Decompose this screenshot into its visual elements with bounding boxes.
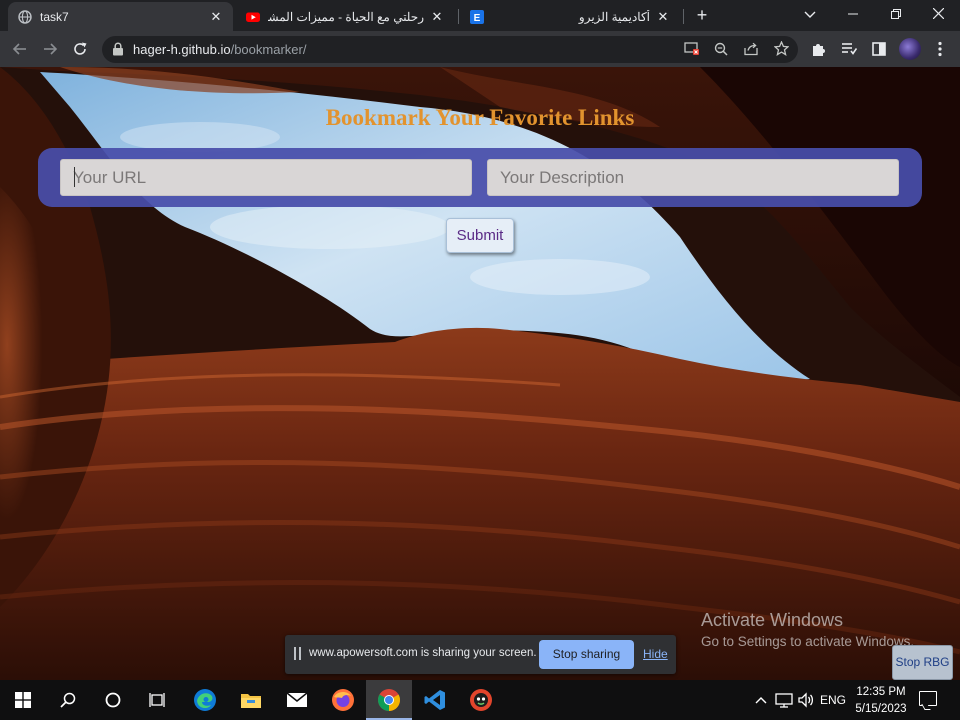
browser-tab-strip: task7 ✕ رحلتي مع الحياة - مميزات المشاكل…	[0, 0, 960, 31]
tab-title: رحلتي مع الحياة - مميزات المشاكل	[268, 9, 424, 24]
address-bar[interactable]: hager-h.github.io/bookmarker/	[102, 36, 798, 63]
windows-start-icon[interactable]	[0, 680, 46, 720]
browser-toolbar: hager-h.github.io/bookmarker/	[0, 31, 960, 67]
submit-button[interactable]: Submit	[446, 218, 514, 253]
task-view-icon[interactable]	[135, 680, 181, 720]
share-message: www.apowersoft.com is sharing your scree…	[309, 647, 537, 659]
tab-task7[interactable]: task7 ✕	[8, 2, 233, 31]
notifications-icon[interactable]	[919, 691, 937, 706]
language-indicator[interactable]: ENG	[818, 680, 848, 720]
svg-text:E: E	[474, 13, 481, 24]
profile-avatar[interactable]	[899, 38, 921, 60]
windows-taskbar: ENG 12:35 PM 5/15/2023	[0, 680, 960, 720]
extensions-puzzle-icon[interactable]	[807, 37, 831, 61]
close-tab-icon[interactable]: ✕	[209, 9, 223, 25]
mail-icon[interactable]	[274, 680, 320, 720]
search-icon[interactable]	[45, 680, 91, 720]
chrome-icon[interactable]	[366, 680, 412, 720]
network-icon[interactable]	[773, 680, 795, 720]
description-input[interactable]	[487, 159, 899, 196]
activate-windows-watermark: Activate Windows Go to Settings to activ…	[701, 610, 914, 649]
tab-separator	[458, 9, 459, 24]
stop-rbg-button[interactable]: Stop RBG	[892, 645, 953, 680]
side-panel-icon[interactable]	[867, 37, 891, 61]
reading-list-icon[interactable]	[837, 37, 861, 61]
page-heading: Bookmark Your Favorite Links	[325, 105, 635, 130]
tab-academy[interactable]: E أكاديمية الزيرو ✕	[460, 2, 680, 31]
hide-link[interactable]: Hide	[643, 647, 668, 661]
tab-youtube[interactable]: رحلتي مع الحياة - مميزات المشاكل ✕	[236, 2, 454, 31]
url-text: hager-h.github.io/bookmarker/	[133, 42, 306, 57]
chrome-menu-icon[interactable]	[928, 37, 952, 61]
close-tab-icon[interactable]: ✕	[656, 9, 670, 25]
tab-search-chevron-icon[interactable]	[788, 0, 831, 31]
text-caret	[74, 167, 75, 187]
page-viewport: Bookmark Your Favorite Links Submit Acti…	[0, 67, 960, 680]
show-hidden-icons-chevron-icon[interactable]	[751, 680, 771, 720]
stop-sharing-button[interactable]: Stop sharing	[539, 640, 634, 669]
system-clock[interactable]: 12:35 PM 5/15/2023	[850, 684, 912, 718]
file-explorer-icon[interactable]	[228, 680, 274, 720]
forward-icon[interactable]	[38, 37, 62, 61]
firefox-icon[interactable]	[320, 680, 366, 720]
restore-icon[interactable]	[874, 0, 917, 31]
zoom-icon[interactable]	[712, 40, 730, 58]
url-host: hager-h.github.io	[133, 42, 231, 57]
cast-blocked-icon[interactable]	[683, 40, 701, 58]
screen-share-bar: www.apowersoft.com is sharing your scree…	[285, 635, 676, 674]
volume-icon[interactable]	[795, 680, 817, 720]
reload-icon[interactable]	[68, 37, 92, 61]
cortana-icon[interactable]	[90, 680, 136, 720]
url-path: /bookmarker/	[230, 42, 307, 57]
youtube-icon	[246, 10, 260, 24]
minimize-icon[interactable]	[831, 0, 874, 31]
tab-title: أكاديمية الزيرو	[578, 9, 650, 24]
clock-date: 5/15/2023	[855, 703, 907, 715]
lock-icon[interactable]	[112, 42, 124, 56]
new-tab-button[interactable]: +	[692, 5, 712, 25]
watermark-line1: Activate Windows	[701, 610, 844, 630]
close-tab-icon[interactable]: ✕	[430, 9, 444, 25]
vscode-icon[interactable]	[412, 680, 458, 720]
e-site-icon: E	[470, 9, 484, 24]
clock-time: 12:35 PM	[856, 686, 906, 698]
tab-separator	[683, 9, 684, 24]
bookmark-star-icon[interactable]	[772, 40, 790, 58]
tab-title: task7	[40, 9, 69, 24]
watermark-line2: Go to Settings to activate Windows.	[701, 634, 915, 649]
bookmark-form	[38, 148, 922, 207]
pause-icon[interactable]	[294, 647, 301, 660]
back-icon[interactable]	[8, 37, 32, 61]
close-window-icon[interactable]	[917, 0, 960, 31]
share-icon[interactable]	[742, 40, 760, 58]
url-input[interactable]	[60, 159, 472, 196]
edge-icon[interactable]	[182, 680, 228, 720]
globe-icon	[18, 9, 32, 24]
app-icon[interactable]	[458, 680, 504, 720]
